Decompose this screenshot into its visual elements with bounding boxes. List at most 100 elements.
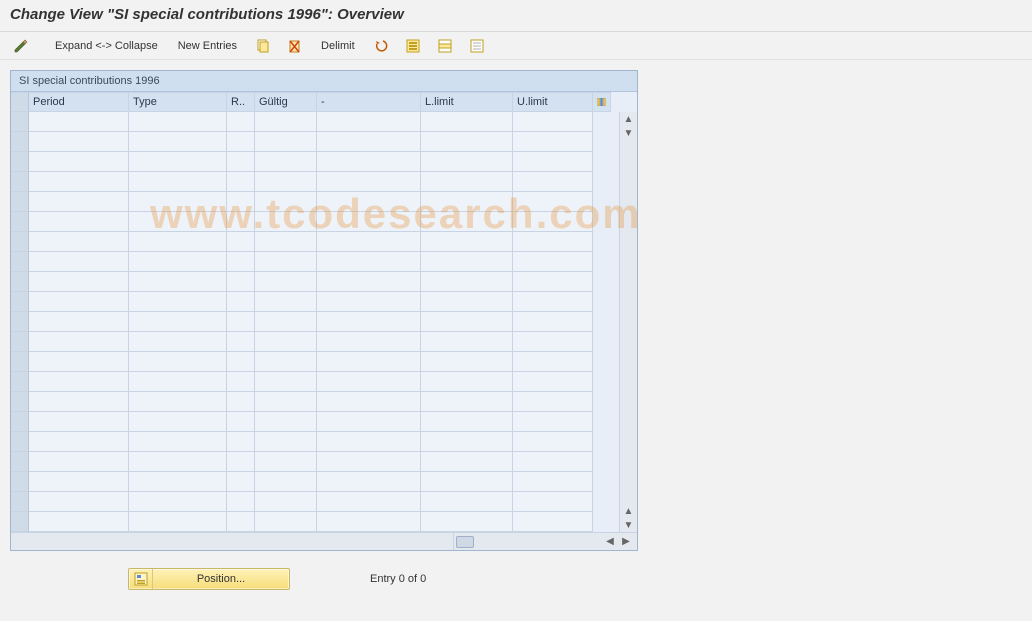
cell-gultig[interactable] — [255, 252, 317, 272]
cell-type[interactable] — [129, 452, 227, 472]
table-row[interactable] — [11, 372, 619, 392]
position-button[interactable]: Position... — [128, 568, 290, 590]
cell-llimit[interactable] — [421, 192, 513, 212]
cell-period[interactable] — [29, 252, 129, 272]
cell-type[interactable] — [129, 252, 227, 272]
col-type[interactable]: Type — [129, 92, 227, 112]
cell-gultig[interactable] — [255, 472, 317, 492]
row-selector[interactable] — [11, 252, 29, 272]
cell-period[interactable] — [29, 472, 129, 492]
delimit-button[interactable]: Delimit — [314, 36, 362, 56]
cell-r[interactable] — [227, 512, 255, 532]
cell-type[interactable] — [129, 352, 227, 372]
cell-llimit[interactable] — [421, 292, 513, 312]
table-row[interactable] — [11, 492, 619, 512]
cell-type[interactable] — [129, 332, 227, 352]
cell-r[interactable] — [227, 132, 255, 152]
cell-dash[interactable] — [317, 212, 421, 232]
cell-llimit[interactable] — [421, 152, 513, 172]
cell-dash[interactable] — [317, 512, 421, 532]
cell-period[interactable] — [29, 492, 129, 512]
row-selector[interactable] — [11, 352, 29, 372]
scroll-down-icon[interactable]: ▼ — [621, 518, 637, 532]
table-row[interactable] — [11, 472, 619, 492]
cell-gultig[interactable] — [255, 492, 317, 512]
cell-r[interactable] — [227, 192, 255, 212]
cell-ulimit[interactable] — [513, 252, 593, 272]
cell-period[interactable] — [29, 172, 129, 192]
scroll-down-step-icon[interactable]: ▼ — [621, 126, 637, 140]
cell-gultig[interactable] — [255, 152, 317, 172]
cell-llimit[interactable] — [421, 132, 513, 152]
cell-dash[interactable] — [317, 332, 421, 352]
row-selector[interactable] — [11, 152, 29, 172]
cell-ulimit[interactable] — [513, 372, 593, 392]
cell-period[interactable] — [29, 292, 129, 312]
cell-dash[interactable] — [317, 272, 421, 292]
cell-llimit[interactable] — [421, 172, 513, 192]
cell-r[interactable] — [227, 152, 255, 172]
col-gultig[interactable]: Gültig — [255, 92, 317, 112]
cell-type[interactable] — [129, 312, 227, 332]
cell-gultig[interactable] — [255, 192, 317, 212]
undo-icon[interactable] — [368, 36, 394, 56]
row-selector[interactable] — [11, 332, 29, 352]
cell-dash[interactable] — [317, 112, 421, 132]
cell-llimit[interactable] — [421, 412, 513, 432]
row-selector[interactable] — [11, 492, 29, 512]
cell-dash[interactable] — [317, 372, 421, 392]
table-row[interactable] — [11, 192, 619, 212]
cell-ulimit[interactable] — [513, 172, 593, 192]
cell-ulimit[interactable] — [513, 292, 593, 312]
cell-dash[interactable] — [317, 252, 421, 272]
cell-period[interactable] — [29, 412, 129, 432]
cell-ulimit[interactable] — [513, 352, 593, 372]
table-row[interactable] — [11, 432, 619, 452]
cell-type[interactable] — [129, 432, 227, 452]
row-selector[interactable] — [11, 272, 29, 292]
cell-period[interactable] — [29, 432, 129, 452]
cell-dash[interactable] — [317, 392, 421, 412]
cell-dash[interactable] — [317, 172, 421, 192]
table-row[interactable] — [11, 312, 619, 332]
cell-r[interactable] — [227, 432, 255, 452]
row-selector[interactable] — [11, 412, 29, 432]
toggle-display-change-icon[interactable] — [8, 36, 34, 56]
cell-gultig[interactable] — [255, 432, 317, 452]
col-period[interactable]: Period — [29, 92, 129, 112]
cell-type[interactable] — [129, 212, 227, 232]
cell-type[interactable] — [129, 132, 227, 152]
cell-r[interactable] — [227, 312, 255, 332]
cell-gultig[interactable] — [255, 332, 317, 352]
cell-type[interactable] — [129, 292, 227, 312]
table-row[interactable] — [11, 412, 619, 432]
cell-type[interactable] — [129, 272, 227, 292]
col-dash[interactable]: - — [317, 92, 421, 112]
row-selector[interactable] — [11, 292, 29, 312]
cell-ulimit[interactable] — [513, 192, 593, 212]
cell-llimit[interactable] — [421, 252, 513, 272]
table-row[interactable] — [11, 392, 619, 412]
cell-period[interactable] — [29, 232, 129, 252]
cell-r[interactable] — [227, 232, 255, 252]
cell-period[interactable] — [29, 372, 129, 392]
cell-ulimit[interactable] — [513, 452, 593, 472]
cell-dash[interactable] — [317, 432, 421, 452]
cell-gultig[interactable] — [255, 132, 317, 152]
cell-llimit[interactable] — [421, 472, 513, 492]
cell-period[interactable] — [29, 112, 129, 132]
cell-r[interactable] — [227, 492, 255, 512]
cell-ulimit[interactable] — [513, 472, 593, 492]
cell-ulimit[interactable] — [513, 512, 593, 532]
scroll-right-icon[interactable]: ▶ — [619, 535, 633, 549]
cell-gultig[interactable] — [255, 512, 317, 532]
cell-period[interactable] — [29, 272, 129, 292]
cell-r[interactable] — [227, 372, 255, 392]
cell-type[interactable] — [129, 172, 227, 192]
select-all-icon[interactable] — [400, 36, 426, 56]
cell-r[interactable] — [227, 172, 255, 192]
cell-ulimit[interactable] — [513, 232, 593, 252]
cell-ulimit[interactable] — [513, 212, 593, 232]
cell-llimit[interactable] — [421, 372, 513, 392]
deselect-all-icon[interactable] — [464, 36, 490, 56]
